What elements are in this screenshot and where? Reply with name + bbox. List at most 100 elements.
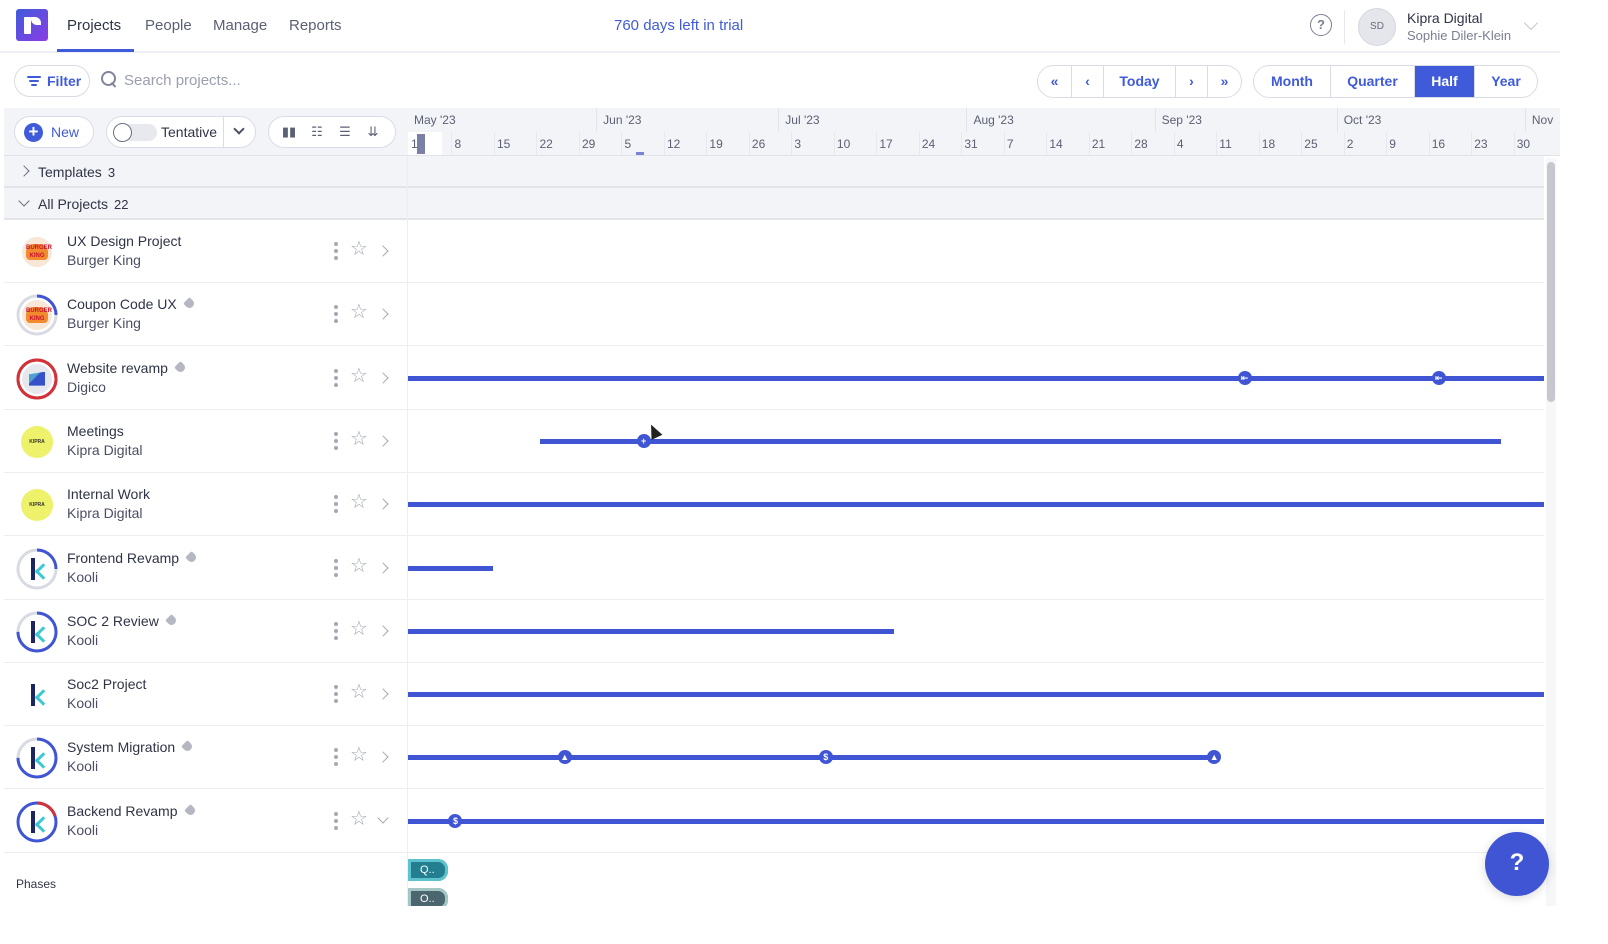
chevron-right-icon[interactable] [377, 688, 389, 700]
jump-back-button[interactable]: « [1038, 66, 1072, 97]
more-options-icon[interactable] [334, 431, 338, 450]
star-icon[interactable]: ☆ [350, 366, 368, 386]
star-icon[interactable]: ☆ [350, 556, 368, 576]
group-templates[interactable]: Templates 3 [4, 156, 1544, 188]
new-project-button[interactable]: + New [14, 116, 94, 148]
chevron-right-icon[interactable] [377, 435, 389, 447]
range-month[interactable]: Month [1254, 66, 1331, 97]
more-options-icon[interactable] [334, 368, 338, 387]
project-name[interactable]: Website revamp [67, 360, 187, 376]
project-name[interactable]: Backend Revamp [67, 803, 197, 819]
star-icon[interactable]: ☆ [350, 429, 368, 449]
milestone-arrow-left-bar-icon[interactable]: ⇤ [1237, 370, 1252, 385]
star-icon[interactable]: ☆ [350, 809, 368, 829]
project-name[interactable]: Internal Work [67, 486, 150, 502]
nav-tab-manage[interactable]: Manage [213, 17, 267, 34]
range-year[interactable]: Year [1475, 66, 1537, 97]
star-icon[interactable]: ☆ [350, 492, 368, 512]
project-timeline-bar[interactable] [540, 438, 1501, 444]
project-timeline-bar[interactable] [408, 628, 894, 634]
project-row[interactable]: System Migration Kooli ☆ ▲ $ ▲ [4, 726, 1544, 790]
project-timeline-bar[interactable] [408, 565, 493, 571]
project-timeline-bar[interactable] [408, 755, 1210, 761]
project-row[interactable]: KIPRA Internal Work Kipra Digital ☆ [4, 473, 1544, 537]
star-icon[interactable]: ☆ [350, 239, 368, 259]
milestone-warning-icon[interactable]: ▲ [1207, 750, 1222, 765]
star-icon[interactable]: ☆ [350, 619, 368, 639]
star-icon[interactable]: ☆ [350, 302, 368, 322]
prev-button[interactable]: ‹ [1072, 66, 1104, 97]
chevron-down-icon[interactable] [18, 195, 30, 207]
more-options-icon[interactable] [334, 685, 338, 704]
project-timeline-bar[interactable] [408, 818, 1544, 824]
nav-tab-projects[interactable]: Projects [67, 17, 121, 34]
search-input[interactable] [124, 67, 424, 93]
chevron-right-icon[interactable] [377, 245, 389, 257]
project-name[interactable]: Coupon Code UX [67, 296, 196, 312]
project-row[interactable]: SOC 2 Review Kooli ☆ [4, 599, 1544, 663]
next-button[interactable]: › [1176, 66, 1208, 97]
today-button[interactable]: Today [1104, 66, 1176, 97]
project-timeline-bar[interactable] [408, 502, 1544, 508]
chevron-right-icon[interactable] [18, 165, 30, 177]
project-row[interactable]: KIPRA Meetings Kipra Digital ☆ + [4, 409, 1544, 473]
project-row[interactable]: Website revamp Digico ☆ ⇤ ⇤ [4, 346, 1544, 410]
sort-icon[interactable]: ⇊ [365, 125, 381, 139]
more-options-icon[interactable] [334, 495, 338, 514]
milestone-warning-icon[interactable]: ▲ [557, 750, 572, 765]
phase-chip[interactable]: Q.. [408, 859, 448, 881]
more-options-icon[interactable] [334, 621, 338, 640]
project-timeline-bar[interactable] [408, 692, 1544, 698]
project-row[interactable]: Soc2 Project Kooli ☆ [4, 663, 1544, 727]
chevron-right-icon[interactable] [377, 751, 389, 764]
more-options-icon[interactable] [334, 811, 338, 830]
user-name[interactable]: Sophie Diler-Klein [1407, 28, 1511, 43]
chevron-down-icon[interactable] [1523, 15, 1539, 31]
help-icon[interactable]: ? [1310, 14, 1332, 36]
chevron-right-icon[interactable] [377, 371, 389, 384]
tentative-toggle[interactable] [113, 123, 157, 142]
list-icon[interactable]: ☰ [337, 125, 353, 139]
milestone-dollar-icon[interactable]: $ [448, 813, 463, 828]
project-row[interactable]: Backend Revamp Kooli ☆ $ [4, 789, 1544, 853]
chevron-down-icon[interactable] [377, 812, 389, 824]
chevron-right-icon[interactable] [377, 625, 389, 637]
range-half[interactable]: Half [1415, 66, 1475, 97]
scrollbar-thumb[interactable] [1547, 162, 1555, 402]
project-row[interactable]: Frontend Revamp Kooli ☆ [4, 536, 1544, 600]
project-row[interactable]: BURGER KING Coupon Code UX Burger King ☆ [4, 283, 1544, 347]
more-options-icon[interactable] [334, 748, 338, 767]
group-all-projects[interactable]: All Projects 22 [4, 188, 1544, 220]
milestone-plus-icon[interactable]: + [636, 433, 651, 448]
org-name[interactable]: Kipra Digital [1407, 10, 1482, 26]
project-name[interactable]: Soc2 Project [67, 676, 146, 692]
filter-button[interactable]: Filter [14, 65, 90, 97]
more-options-icon[interactable] [334, 305, 338, 324]
user-avatar[interactable]: SD [1358, 8, 1396, 46]
chevron-right-icon[interactable] [377, 498, 389, 510]
chevron-right-icon[interactable] [377, 308, 389, 320]
more-options-icon[interactable] [334, 558, 338, 577]
project-name[interactable]: Frontend Revamp [67, 550, 198, 566]
more-options-icon[interactable] [334, 242, 338, 260]
sliders-icon[interactable]: ☷ [309, 125, 325, 139]
project-row[interactable]: BURGER KING UX Design Project Burger King ☆ [4, 220, 1544, 283]
project-name[interactable]: System Migration [67, 739, 195, 755]
trial-link[interactable]: 760 days left in trial [614, 17, 743, 34]
star-icon[interactable]: ☆ [350, 745, 368, 765]
nav-tab-reports[interactable]: Reports [289, 17, 342, 34]
jump-forward-button[interactable]: » [1208, 66, 1241, 97]
milestone-arrow-left-bar-icon[interactable]: ⇤ [1431, 370, 1446, 385]
support-chat-button[interactable]: ? [1485, 832, 1549, 896]
chevron-down-icon[interactable] [233, 123, 245, 135]
nav-tab-people[interactable]: People [145, 17, 192, 34]
project-name[interactable]: Meetings [67, 423, 124, 439]
star-icon[interactable]: ☆ [350, 682, 368, 702]
range-quarter[interactable]: Quarter [1331, 66, 1415, 97]
milestone-dollar-icon[interactable]: $ [818, 750, 833, 765]
chevron-right-icon[interactable] [377, 561, 389, 574]
project-name[interactable]: UX Design Project [67, 233, 181, 249]
project-name[interactable]: SOC 2 Review [67, 613, 178, 629]
app-logo-icon[interactable] [16, 9, 48, 41]
bar-chart-icon[interactable]: ▮▮ [281, 125, 297, 139]
